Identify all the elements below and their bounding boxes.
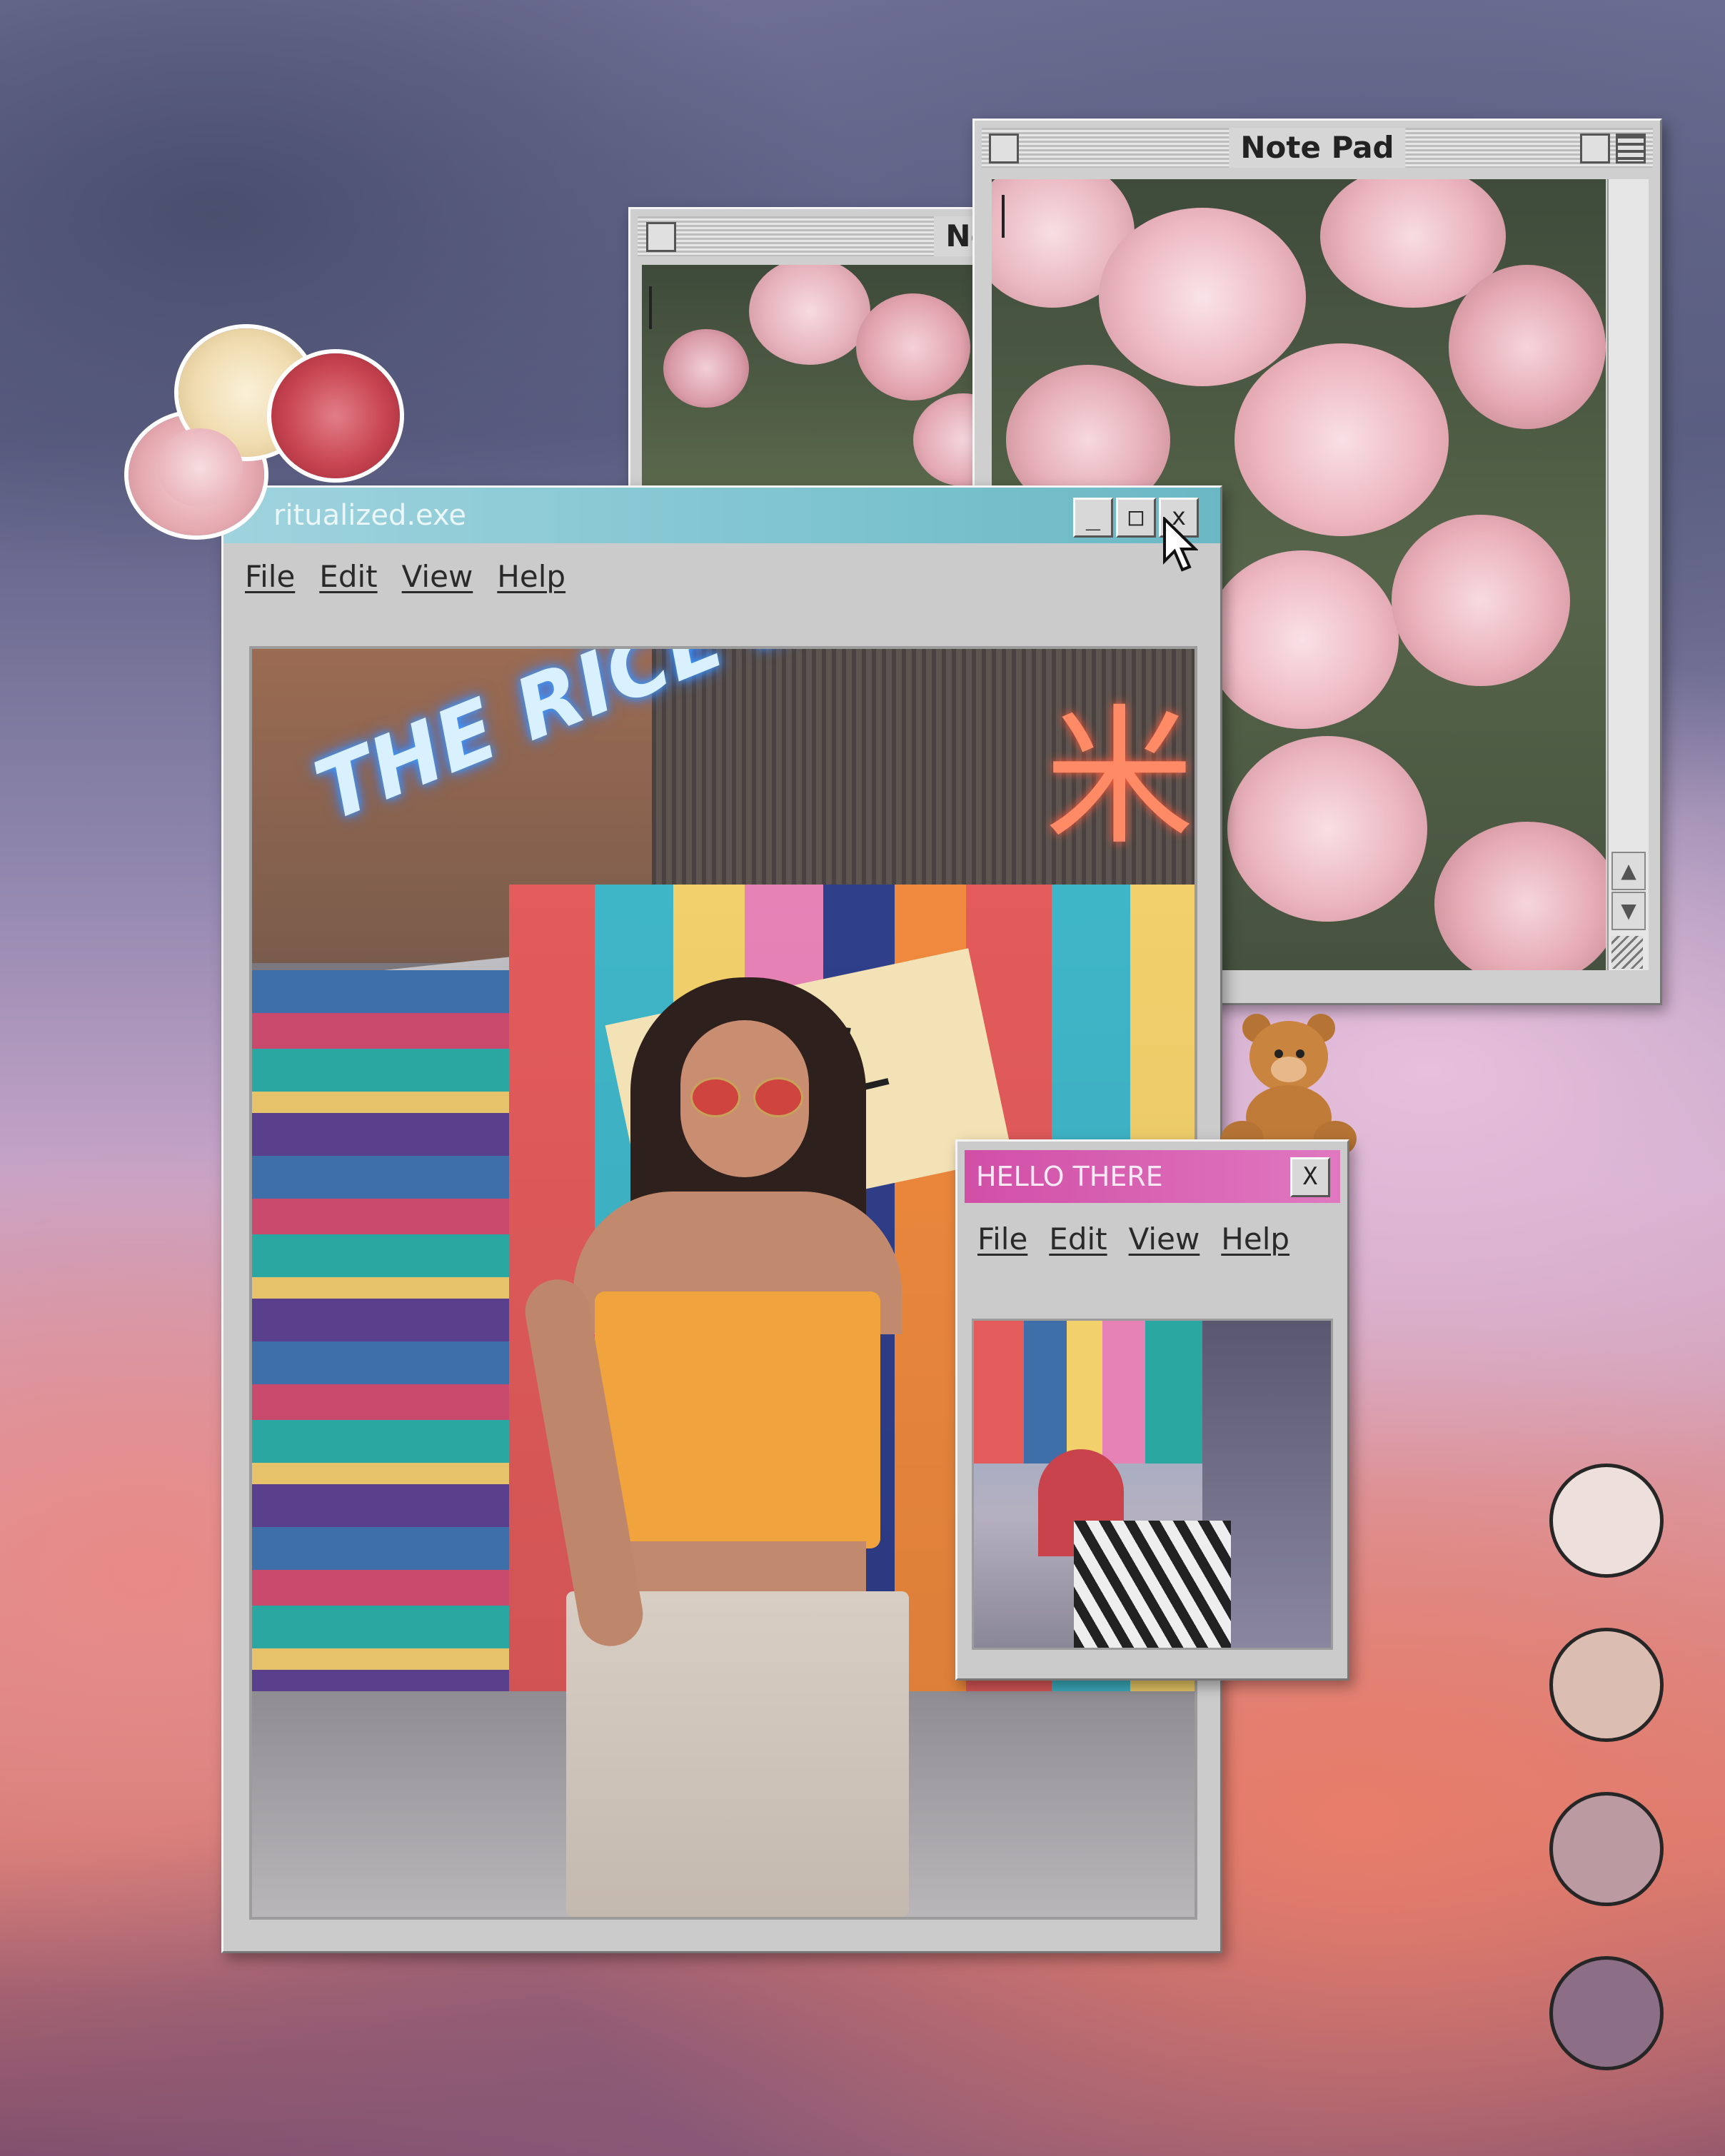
- menu-file[interactable]: File: [977, 1214, 1027, 1264]
- text-cursor: [1002, 195, 1005, 238]
- minimize-button[interactable]: _: [1073, 498, 1113, 538]
- close-box-icon[interactable]: [646, 222, 676, 252]
- menu-view[interactable]: View: [1129, 1214, 1200, 1264]
- notepad-front-title: Note Pad: [1229, 128, 1406, 168]
- mural-detail-photo: [972, 1319, 1333, 1650]
- maximize-button[interactable]: □: [1116, 498, 1156, 538]
- vertical-scrollbar[interactable]: ▲ ▼: [1607, 179, 1649, 970]
- roses-sticker: [129, 321, 414, 578]
- scroll-up-arrow-icon[interactable]: ▲: [1611, 852, 1646, 890]
- palette-swatch-1: [1549, 1464, 1664, 1578]
- notepad-back-titlebar[interactable]: Note: [638, 216, 1037, 256]
- palette-swatch-4: [1549, 1956, 1664, 2070]
- close-box-icon[interactable]: [989, 134, 1019, 163]
- teddy-bear-icon: [1214, 1007, 1364, 1157]
- palette-swatch-2: [1549, 1628, 1664, 1742]
- text-cursor: [649, 286, 652, 329]
- hello-window-title: HELLO THERE: [976, 1161, 1163, 1192]
- hello-window: HELLO THERE X File Edit View Help: [955, 1139, 1349, 1681]
- hello-close-button[interactable]: X: [1290, 1157, 1330, 1197]
- orange-top: [595, 1291, 880, 1548]
- notepad-front-titlebar[interactable]: Note Pad: [982, 128, 1653, 168]
- sunglasses-icon: [690, 1077, 805, 1117]
- collapse-box-icon[interactable]: [1616, 134, 1646, 163]
- menu-edit[interactable]: Edit: [1049, 1214, 1107, 1264]
- neon-kanji: 米: [1045, 690, 1195, 865]
- hello-menubar: File Edit View Help: [977, 1214, 1289, 1264]
- zoom-box-icon[interactable]: [1580, 134, 1610, 163]
- resize-grip-icon[interactable]: [1611, 936, 1643, 969]
- scroll-down-arrow-icon[interactable]: ▼: [1611, 892, 1646, 930]
- palette-swatch-3: [1549, 1792, 1664, 1906]
- mouse-pointer-icon: [1162, 515, 1199, 574]
- hello-titlebar[interactable]: HELLO THERE X: [965, 1150, 1340, 1203]
- color-palette: [1542, 1456, 1685, 2099]
- menu-help[interactable]: Help: [1221, 1214, 1289, 1264]
- menu-help[interactable]: Help: [497, 552, 565, 602]
